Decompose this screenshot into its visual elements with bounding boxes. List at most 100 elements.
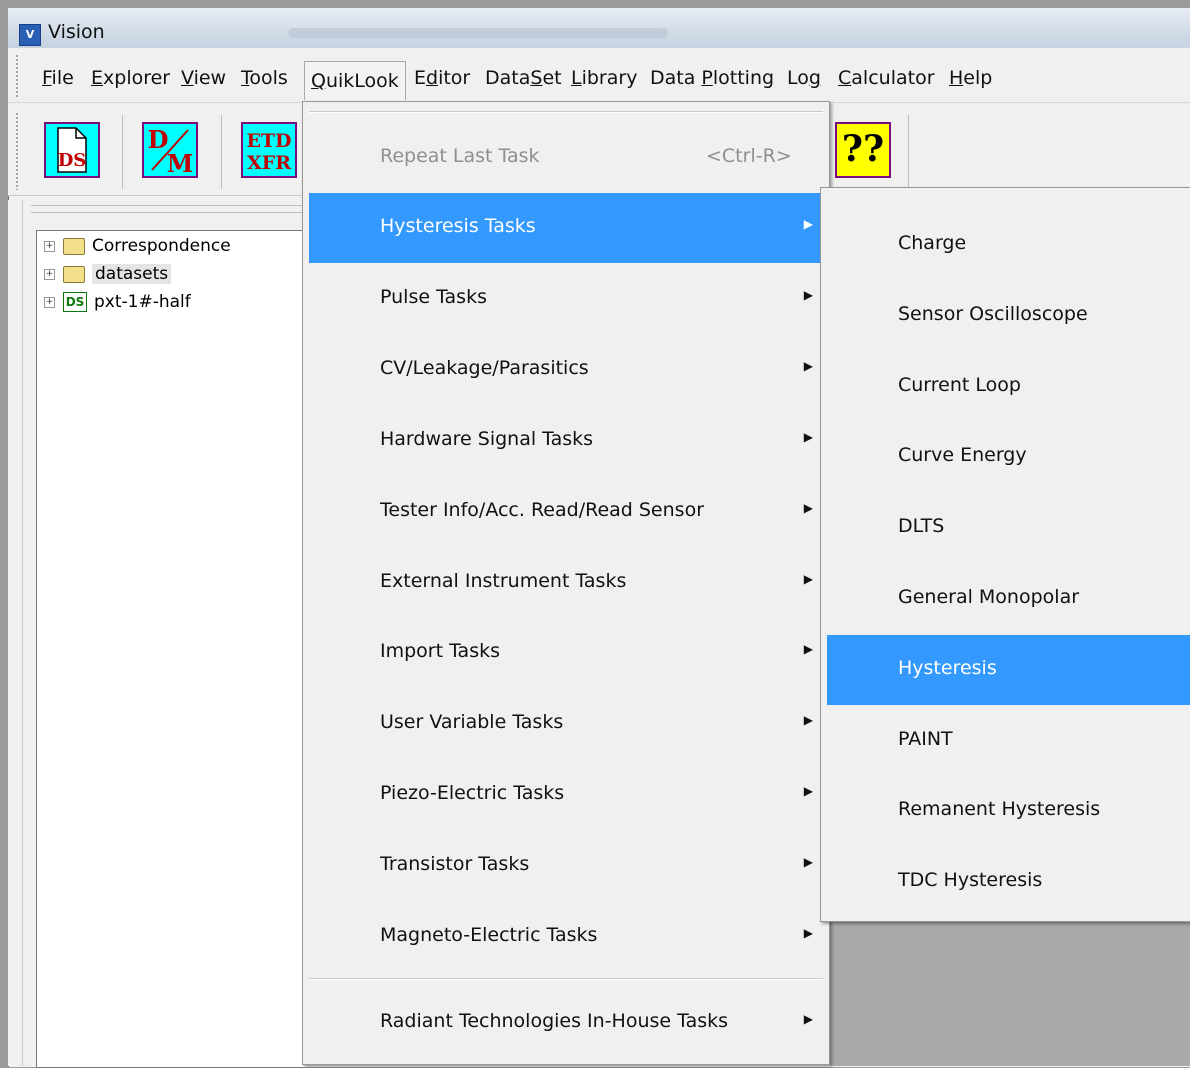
menu-dataset[interactable]: DataSet [479, 63, 568, 93]
workspace-background [830, 920, 1190, 1066]
svg-text:DS: DS [58, 150, 87, 171]
menu-view[interactable]: View [175, 63, 232, 93]
menu-library[interactable]: Library [565, 63, 643, 93]
menubar-grip[interactable] [15, 54, 19, 98]
ds-document-icon: DS [46, 124, 98, 176]
menu-item-external-instrument-tasks[interactable]: External Instrument Tasks ▶ [309, 548, 821, 618]
menu-item-label: Piezo-Electric Tasks [380, 782, 565, 805]
submenu-item-label: PAINT [898, 727, 953, 750]
menu-item-label: Import Tasks [380, 640, 501, 663]
submenu-item-tdc-hysteresis[interactable]: TDC Hysteresis [827, 847, 1190, 917]
toolbar-separator [908, 115, 909, 189]
menu-item-label: Pulse Tasks [380, 285, 487, 308]
menu-label: Explorer [91, 67, 171, 89]
svg-text:XFR: XFR [247, 152, 291, 174]
submenu-item-remanent-hysteresis[interactable]: Remanent Hysteresis [827, 776, 1190, 846]
dataset-icon: DS [63, 292, 87, 312]
menu-item-label: Hysteresis Tasks [380, 215, 536, 237]
menu-help[interactable]: Help [943, 63, 998, 93]
expand-icon[interactable]: + [44, 240, 55, 252]
dm-button[interactable]: D M [142, 122, 198, 178]
submenu-arrow-icon: ▶ [803, 855, 813, 870]
window-title: Vision [48, 21, 105, 43]
submenu-arrow-icon: ▶ [803, 358, 813, 373]
tree-item-pxt-1-half[interactable]: + DS pxt-1#-half [44, 289, 191, 315]
submenu-item-label: Current Loop [898, 373, 1021, 396]
menu-log[interactable]: Log [781, 63, 827, 93]
submenu-arrow-icon: ▶ [803, 926, 813, 940]
menu-item-label: Repeat Last Task [380, 145, 540, 167]
submenu-item-label: Remanent Hysteresis [898, 798, 1101, 821]
menu-item-tester-info-acc-read-read-sensor[interactable]: Tester Info/Acc. Read/Read Sensor ▶ [309, 477, 821, 547]
submenu-arrow-icon: ▶ [803, 500, 813, 515]
menu-file[interactable]: File [36, 63, 80, 93]
menu-item-magneto-electric-tasks[interactable]: Magneto-Electric Tasks ▶ [309, 902, 821, 972]
menu-label: Tools [241, 67, 288, 89]
menu-quiklook[interactable]: QuikLook [304, 61, 406, 100]
submenu-item-current-loop[interactable]: Current Loop [827, 352, 1190, 422]
menu-item-label: Hardware Signal Tasks [380, 427, 594, 450]
menu-tools[interactable]: Tools [235, 63, 294, 93]
menu-item-hardware-signal-tasks[interactable]: Hardware Signal Tasks ▶ [309, 406, 821, 476]
blurred-title-text [288, 28, 668, 38]
submenu-item-dlts[interactable]: DLTS [827, 493, 1190, 563]
menu-item-pulse-tasks[interactable]: Pulse Tasks ▶ [309, 264, 821, 334]
submenu-item-general-monopolar[interactable]: General Monopolar [827, 564, 1190, 634]
svg-text:M: M [167, 149, 194, 176]
submenu-item-label: Sensor Oscilloscope [898, 302, 1088, 325]
tree-item-correspondence[interactable]: + Correspondence [44, 233, 231, 259]
menu-label: Data Plotting [650, 67, 775, 89]
submenu-item-label: Charge [898, 232, 967, 254]
submenu-item-label: Curve Energy [898, 444, 1027, 467]
left-splitter[interactable] [8, 200, 23, 1066]
tree-item-label: datasets [92, 264, 172, 284]
explorer-panel-grip[interactable] [31, 205, 303, 213]
menu-item-label: CV/Leakage/Parasitics [380, 356, 589, 379]
menu-item-import-tasks[interactable]: Import Tasks ▶ [309, 618, 821, 688]
menu-label: Editor [414, 67, 471, 89]
etd-xfr-button[interactable]: ETD XFR [241, 122, 297, 178]
tree-item-label: Correspondence [92, 236, 231, 256]
expand-icon[interactable]: + [44, 268, 55, 280]
menu-label: Log [787, 67, 821, 89]
tree-item-label: pxt-1#-half [94, 292, 191, 312]
ds-document-button[interactable]: DS [44, 122, 100, 178]
menu-item-hysteresis-tasks[interactable]: Hysteresis Tasks ▶ [309, 193, 821, 263]
submenu-arrow-icon: ▶ [803, 642, 813, 657]
menu-item-repeat-last-task[interactable]: Repeat Last Task <Ctrl-R> [309, 123, 821, 193]
menu-item-shortcut: <Ctrl-R> [706, 145, 792, 167]
submenu-item-curve-energy[interactable]: Curve Energy [827, 422, 1190, 492]
menu-item-user-variable-tasks[interactable]: User Variable Tasks ▶ [309, 689, 821, 759]
menu-item-transistor-tasks[interactable]: Transistor Tasks ▶ [309, 831, 821, 901]
submenu-item-paint[interactable]: PAINT [827, 706, 1190, 776]
explorer-tree-panel [36, 230, 305, 1068]
submenu-arrow-icon: ▶ [803, 784, 813, 799]
menu-label: Help [949, 67, 993, 89]
menu-label: Calculator [838, 67, 935, 89]
menu-explorer[interactable]: Explorer [85, 63, 176, 93]
toolbar-separator [221, 115, 222, 189]
menu-item-radiant-technologies-in-house-tasks[interactable]: Radiant Technologies In-House Tasks ▶ [309, 988, 821, 1058]
menu-item-label: External Instrument Tasks [380, 569, 627, 592]
tree-item-datasets[interactable]: + datasets [44, 261, 172, 287]
submenu-item-charge[interactable]: Charge [827, 210, 1190, 280]
help-question-icon[interactable]: ?? [835, 122, 891, 178]
menu-calculator[interactable]: Calculator [832, 63, 941, 93]
quiklook-menu: Repeat Last Task <Ctrl-R> Hysteresis Tas… [302, 101, 830, 1065]
submenu-item-sensor-oscilloscope[interactable]: Sensor Oscilloscope [827, 281, 1190, 351]
submenu-item-label: TDC Hysteresis [898, 869, 1043, 892]
menu-label: File [42, 67, 74, 89]
submenu-item-label: General Monopolar [898, 586, 1080, 608]
folder-icon [63, 265, 85, 283]
menu-editor[interactable]: Editor [408, 63, 476, 93]
submenu-item-label: Hysteresis [898, 656, 997, 679]
menu-item-cv-leakage-parasitics[interactable]: CV/Leakage/Parasitics ▶ [309, 335, 821, 405]
submenu-item-hysteresis[interactable]: Hysteresis [827, 634, 1190, 705]
menu-item-piezo-electric-tasks[interactable]: Piezo-Electric Tasks ▶ [309, 760, 821, 830]
menu-label: DataSet [485, 67, 562, 89]
menu-data-plotting[interactable]: Data Plotting [644, 63, 780, 93]
toolbar-grip[interactable] [15, 112, 19, 190]
toolbar-separator [122, 115, 123, 189]
expand-icon[interactable]: + [44, 296, 55, 308]
hysteresis-tasks-submenu: Charge Sensor Oscilloscope Current Loop Cur… [820, 187, 1190, 922]
